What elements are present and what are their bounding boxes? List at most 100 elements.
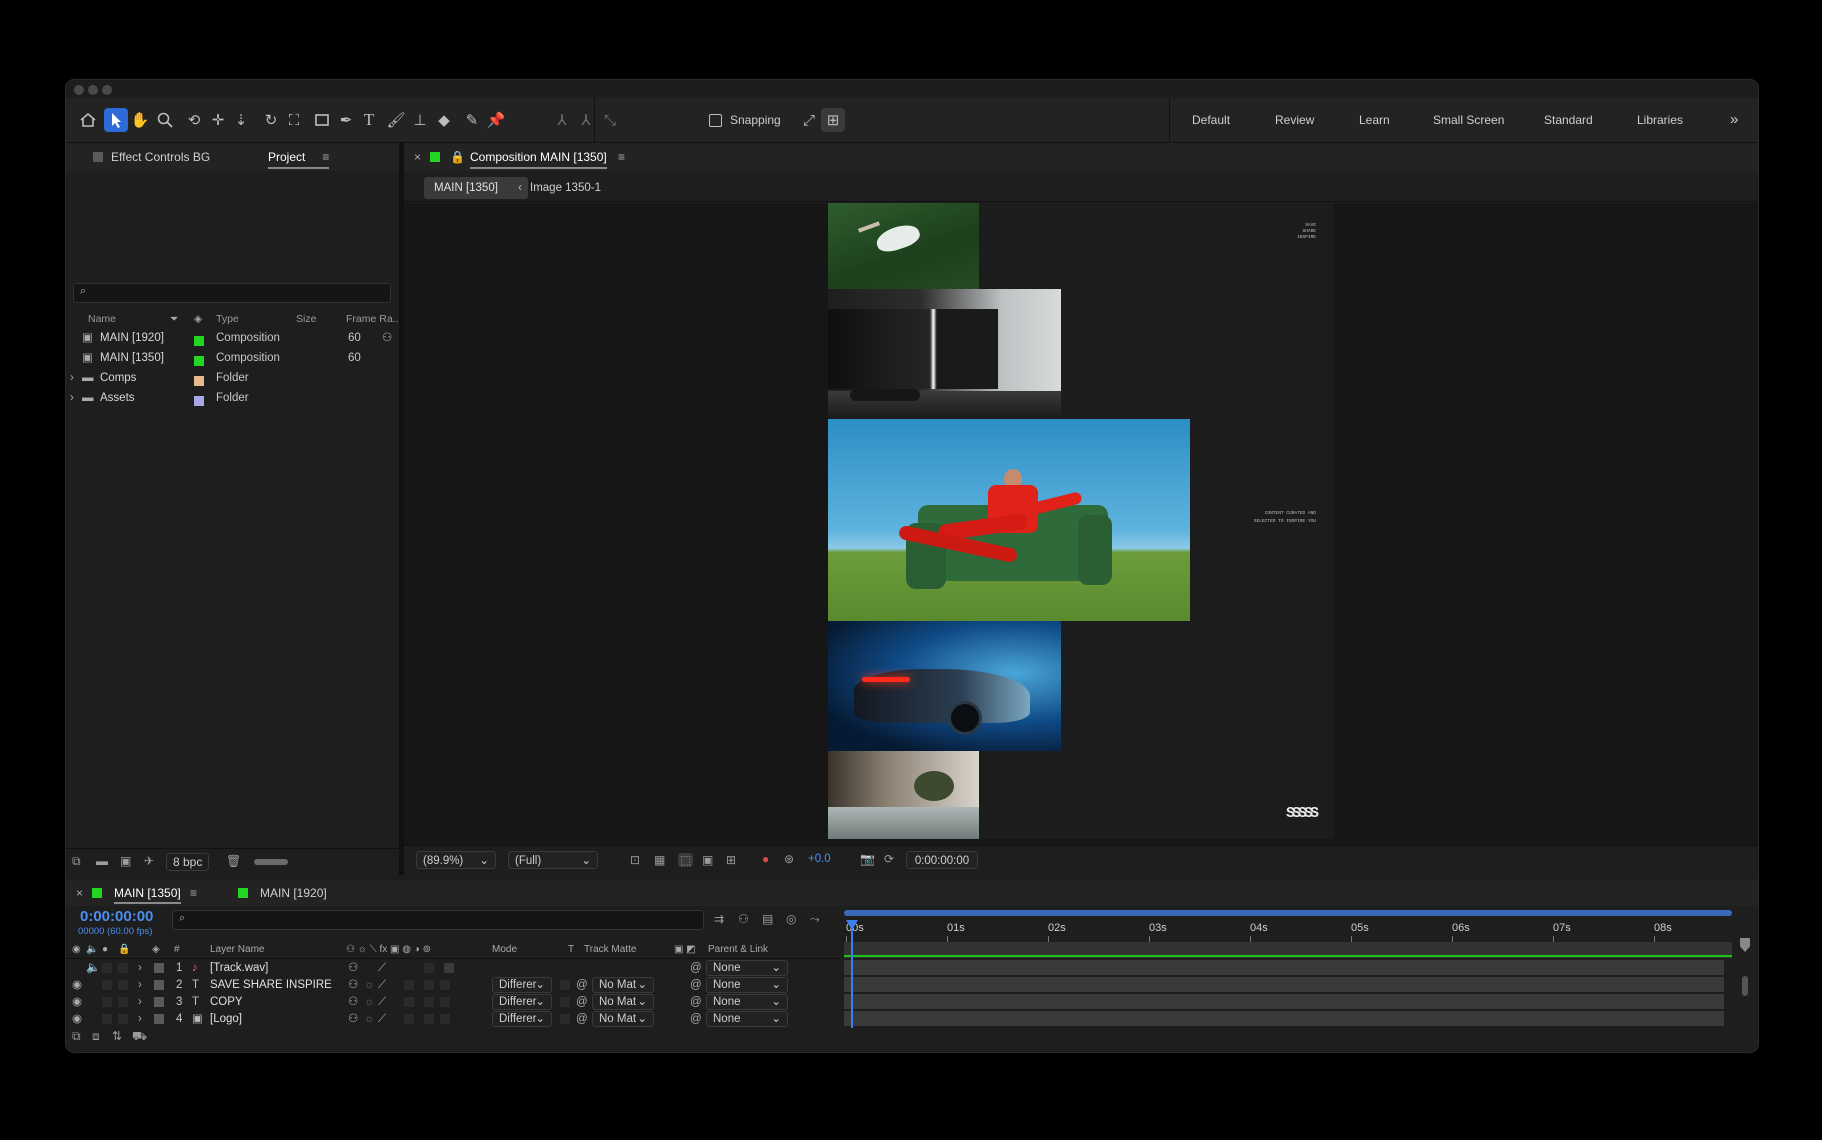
close-timeline-tab-icon[interactable]: × <box>76 880 83 906</box>
local-axis-mode-icon[interactable]: ⅄ <box>550 108 574 132</box>
eraser-tool-icon[interactable]: ◆ <box>432 108 456 132</box>
workspace-small-screen[interactable]: Small Screen <box>1433 98 1504 142</box>
tab-project[interactable]: Project ≡ <box>268 143 330 171</box>
snap-edges-icon[interactable]: ⤢ <box>797 108 821 132</box>
channel-icon[interactable]: ● <box>762 852 769 866</box>
layer-1-bar[interactable] <box>844 960 1724 975</box>
layer-name[interactable]: [Logo] <box>210 1011 242 1028</box>
switch-box[interactable] <box>424 997 434 1007</box>
selection-tool-icon[interactable] <box>104 108 128 132</box>
pan-behind-tool-icon[interactable]: ⛶ <box>282 108 306 132</box>
lock-icon[interactable]: 🔒 <box>450 143 465 171</box>
breadcrumb-main-1350[interactable]: MAIN [1350] ‹ <box>424 177 528 199</box>
parent-pickwhip-icon[interactable]: @ <box>690 994 702 1011</box>
snapshot-camera-icon[interactable]: 📷 <box>860 852 875 866</box>
thumbnail-size-slider[interactable] <box>254 859 288 865</box>
solo-box[interactable] <box>102 997 112 1007</box>
rectangle-tool-icon[interactable] <box>310 108 334 132</box>
comp-timecode[interactable]: 0:00:00:00 <box>906 851 978 869</box>
minimize-window-button[interactable] <box>88 85 98 95</box>
exposure-value[interactable]: +0.0 <box>808 853 831 865</box>
close-window-button[interactable] <box>74 85 84 95</box>
lock-switch-icon[interactable]: 🔒 <box>118 942 130 958</box>
roto-brush-tool-icon[interactable]: ✎ <box>460 108 484 132</box>
chevron-right-icon[interactable]: › <box>70 389 74 408</box>
matte-pickwhip-icon[interactable]: @ <box>576 977 588 994</box>
comp-marker-bin-icon[interactable] <box>1740 938 1750 952</box>
track-matte-dropdown[interactable]: No Mat ⌄ <box>592 1011 654 1027</box>
quality-switch-icon[interactable]: ⟋ <box>378 994 386 1011</box>
switch-box[interactable] <box>404 980 414 990</box>
switch-box[interactable] <box>424 980 434 990</box>
layer-3-bar[interactable] <box>844 994 1724 1009</box>
sort-down-icon[interactable]: ⏷ <box>170 310 178 329</box>
graph-editor-icon[interactable]: ⤳ <box>810 912 820 927</box>
project-search-input[interactable]: ⌕ <box>73 283 391 303</box>
render-queue-icon[interactable]: ✈ <box>144 854 154 868</box>
trash-icon[interactable]: 🗑 <box>226 854 241 868</box>
render-time-icon[interactable]: ⛟ <box>132 1029 147 1045</box>
comp-panel-menu-icon[interactable]: ≡ <box>618 143 625 171</box>
audio-switch-icon[interactable]: 🔈 <box>86 942 98 958</box>
layer-2-bar[interactable] <box>844 977 1724 992</box>
layer-name[interactable]: COPY <box>210 994 243 1011</box>
quality-switch-icon[interactable]: ⟋ <box>378 977 386 994</box>
switch-box[interactable] <box>444 963 454 973</box>
panel-menu-icon[interactable]: ≡ <box>322 143 329 171</box>
preserve-transparency-box[interactable] <box>560 1014 570 1024</box>
preserve-transparency-box[interactable] <box>560 980 570 990</box>
tab-composition-main-1350[interactable]: Composition MAIN [1350] <box>470 143 607 171</box>
work-area-bar[interactable] <box>844 910 1732 916</box>
shy-switch-icon[interactable]: ⚇ <box>348 960 358 977</box>
lock-box[interactable] <box>118 1014 128 1024</box>
switch-box[interactable] <box>440 997 450 1007</box>
solo-box[interactable] <box>102 963 112 973</box>
frame-blending-icon[interactable]: ▤ <box>762 912 773 926</box>
layer-label-swatch[interactable] <box>154 997 164 1007</box>
parent-dropdown[interactable]: None ⌄ <box>706 977 788 993</box>
shy-switch-icon[interactable]: ⚇ <box>348 1011 358 1028</box>
bit-depth-button[interactable]: 8 bpc <box>166 853 210 871</box>
chevron-right-icon[interactable]: › <box>70 369 74 388</box>
workspace-libraries[interactable]: Libraries <box>1637 98 1683 142</box>
chevron-right-icon[interactable]: › <box>138 977 142 994</box>
chevron-right-icon[interactable]: › <box>138 960 142 977</box>
switch-box[interactable] <box>404 1014 414 1024</box>
timeline-menu-icon[interactable]: ≡ <box>190 880 197 906</box>
pan-camera-icon[interactable]: ✛ <box>206 108 230 132</box>
layer-4-bar[interactable] <box>844 1011 1724 1026</box>
mask-path-visibility-icon[interactable]: ⬚ <box>678 853 694 867</box>
parent-pickwhip-icon[interactable]: @ <box>690 977 702 994</box>
layer-row[interactable]: ◉ › 3 T COPY ⚇ ☼ ⟋ Differer ⌄ @ No Mat ⌄ @ None ⌄ <box>66 994 840 1011</box>
interpret-footage-icon[interactable]: ⧉ <box>72 854 81 869</box>
pen-tool-icon[interactable]: ✒ <box>334 108 358 132</box>
eye-icon[interactable]: ◉ <box>72 977 82 994</box>
current-time-display[interactable]: 0:00:00:00 <box>80 908 153 925</box>
tab-timeline-main-1350[interactable]: MAIN [1350] <box>114 880 181 906</box>
transparency-grid-icon[interactable]: ▦ <box>654 853 665 867</box>
quality-switch-icon[interactable]: ⟋ <box>378 960 386 977</box>
switch-box[interactable] <box>440 980 450 990</box>
collapse-switch-icon[interactable]: ☼ <box>364 994 375 1011</box>
layer-label-swatch[interactable] <box>154 980 164 990</box>
project-item-row[interactable]: › ▬ Assets Folder <box>66 389 399 408</box>
label-column-icon[interactable]: ◈ <box>152 942 160 958</box>
eye-icon[interactable]: ◉ <box>72 1011 82 1028</box>
blend-mode-dropdown[interactable]: Differer ⌄ <box>492 977 552 993</box>
label-tag-icon[interactable]: ◈ <box>194 310 202 329</box>
zoom-window-button[interactable] <box>102 85 112 95</box>
eye-icon[interactable]: ◉ <box>72 994 82 1011</box>
switch-box[interactable] <box>440 1014 450 1024</box>
magnification-dropdown[interactable]: (89.9%) ⌄ <box>416 851 496 869</box>
hand-tool-icon[interactable]: ✋ <box>128 108 152 132</box>
new-folder-icon[interactable]: ▬ <box>96 854 108 868</box>
chevron-right-icon[interactable]: › <box>138 1011 142 1028</box>
3d-view-icon[interactable]: ▣ <box>702 853 713 867</box>
workspace-standard[interactable]: Standard <box>1544 98 1593 142</box>
motion-blur-icon[interactable]: ◎ <box>786 912 796 926</box>
parent-pickwhip-icon[interactable]: @ <box>690 960 702 977</box>
parent-dropdown[interactable]: None ⌄ <box>706 1011 788 1027</box>
snapping-checkbox[interactable] <box>709 114 722 127</box>
lock-box[interactable] <box>118 963 128 973</box>
shy-switch-icon[interactable]: ⚇ <box>348 994 358 1011</box>
